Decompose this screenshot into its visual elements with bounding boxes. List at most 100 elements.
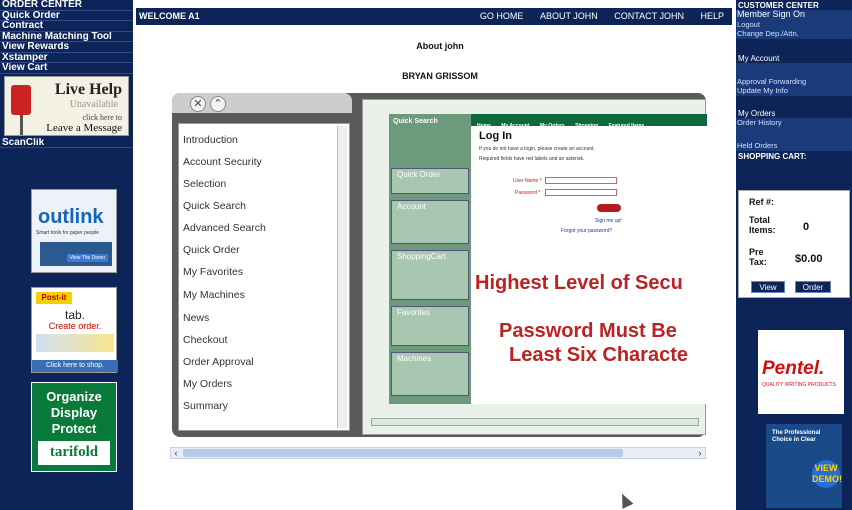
outlink-demo-button[interactable]: View The Demo bbox=[66, 254, 108, 262]
shot-panel-cart-title: ShoppingCart bbox=[397, 252, 446, 261]
tarifold-line2: Display bbox=[50, 405, 98, 420]
mouse-cursor-icon bbox=[616, 491, 634, 509]
cart-order-button[interactable]: Order bbox=[795, 281, 831, 293]
shopping-cart-box: Ref #: Total Items: 0 Pre Tax: $0.00 Vie… bbox=[738, 190, 850, 298]
link-change-dep[interactable]: Change Dep./Attn. bbox=[736, 29, 852, 39]
shot-panel-account-title: Account bbox=[397, 202, 426, 211]
outlink-demo-image: View The Demo bbox=[40, 242, 112, 266]
nav-contract[interactable]: Contract bbox=[0, 21, 133, 32]
pentel-tagline: QUALITY WRITING PRODUCTS bbox=[762, 382, 836, 388]
link-help[interactable]: HELP bbox=[700, 11, 724, 21]
viewer-toolbar: ✕ ⌃ bbox=[172, 93, 352, 113]
nav-order-center[interactable]: ORDER CENTER bbox=[0, 0, 133, 11]
shot-login-button bbox=[597, 204, 621, 212]
chevron-up-icon[interactable]: ⌃ bbox=[210, 96, 226, 112]
nav-view-cart[interactable]: View Cart bbox=[0, 63, 133, 74]
link-approval-forwarding[interactable]: Approval Forwarding bbox=[736, 77, 852, 87]
shot-login-note: If you do not have a login, please creat… bbox=[479, 146, 595, 152]
cart-total-label: Total Items: bbox=[749, 215, 776, 235]
shot-nav-account: My Account bbox=[501, 123, 530, 129]
toc-scrollbar[interactable] bbox=[337, 126, 347, 428]
toc-checkout[interactable]: Checkout bbox=[183, 334, 227, 346]
close-icon[interactable]: ✕ bbox=[190, 96, 206, 112]
tarifold-line1: Organize bbox=[46, 389, 102, 404]
shot-nav-shopping: Shopping bbox=[575, 123, 599, 129]
welcome-text: WELCOME A1 bbox=[139, 11, 200, 21]
postit-shop-link[interactable]: Click here to shop. bbox=[32, 360, 118, 372]
outlink-ad[interactable]: outlink Smart tools for paper people Vie… bbox=[31, 189, 117, 273]
cart-pretax-label: Pre Tax: bbox=[749, 247, 767, 267]
toc-selection[interactable]: Selection bbox=[183, 178, 226, 190]
outlink-logo: outlink bbox=[38, 206, 104, 228]
pentel-view-demo[interactable]: VIEW DEMO! bbox=[812, 460, 842, 488]
postit-flags-image bbox=[36, 334, 114, 352]
shot-nav-home: Home bbox=[477, 123, 491, 129]
top-links: GO HOME ABOUT JOHN CONTACT JOHN HELP bbox=[466, 11, 724, 21]
nav-view-rewards[interactable]: View Rewards bbox=[0, 42, 133, 53]
toc-my-orders[interactable]: My Orders bbox=[183, 378, 232, 390]
mailbox-icon bbox=[11, 84, 31, 115]
shot-nav-featured: Featured Items bbox=[608, 123, 645, 129]
pentel-demo-text: The Professional Choice in Clear bbox=[772, 430, 821, 443]
nav-machine-matching-tool[interactable]: Machine Matching Tool bbox=[0, 32, 133, 42]
flash-viewer: ✕ ⌃ Introduction Account Security Select… bbox=[172, 93, 707, 437]
table-of-contents: Introduction Account Security Selection … bbox=[178, 123, 350, 431]
shopping-cart-heading: SHOPPING CART: bbox=[738, 151, 807, 161]
page-subtitle: BRYAN GRISSOM bbox=[402, 71, 478, 81]
tarifold-ad[interactable]: Organize Display Protect tarifold bbox=[31, 382, 117, 472]
link-update-info[interactable]: Update My Info bbox=[736, 86, 852, 96]
toc-introduction[interactable]: Introduction bbox=[183, 134, 238, 146]
cart-view-button[interactable]: View bbox=[751, 281, 785, 293]
pentel-demo-ad[interactable]: The Professional Choice in Clear VIEW DE… bbox=[766, 424, 842, 508]
shot-login-title: Log In bbox=[479, 130, 512, 142]
toc-my-favorites[interactable]: My Favorites bbox=[183, 266, 243, 278]
postit-logo: Post-it bbox=[36, 292, 72, 304]
cart-pretax-value: $0.00 bbox=[795, 253, 823, 265]
outlink-tagline: Smart tools for paper people bbox=[36, 230, 100, 236]
live-help-banner[interactable]: Live Help Unavailable click here to Leav… bbox=[4, 75, 129, 136]
link-logout[interactable]: Logout bbox=[736, 20, 852, 30]
shot-big-line1: Highest Level of Secu bbox=[475, 272, 683, 294]
shot-big-line2: Password Must Be bbox=[499, 320, 677, 342]
postit-tab: tab. bbox=[64, 308, 85, 322]
toc-summary[interactable]: Summary bbox=[183, 400, 228, 412]
toc-order-approval[interactable]: Order Approval bbox=[183, 356, 254, 368]
toc-quick-search[interactable]: Quick Search bbox=[183, 200, 246, 212]
shot-user-label: User Name * bbox=[513, 178, 542, 184]
pentel-ad[interactable]: Pentel. QUALITY WRITING PRODUCTS bbox=[758, 330, 844, 414]
nav-quick-order[interactable]: Quick Order bbox=[0, 11, 133, 21]
link-go-home[interactable]: GO HOME bbox=[480, 11, 524, 21]
scrollbar-thumb[interactable] bbox=[183, 449, 623, 457]
shot-quick-search: Quick Search bbox=[393, 118, 438, 125]
toc-account-security[interactable]: Account Security bbox=[183, 156, 262, 168]
my-account-links: Approval Forwarding Update My Info bbox=[736, 62, 852, 96]
shot-nav: Home My Account My Orders Shopping Featu… bbox=[471, 114, 707, 129]
toc-my-machines[interactable]: My Machines bbox=[183, 289, 245, 301]
shot-password-field bbox=[545, 189, 617, 196]
pentel-logo: Pentel. bbox=[762, 358, 825, 379]
horizontal-scrollbar[interactable]: ‹ › bbox=[170, 447, 706, 459]
link-about-john[interactable]: ABOUT JOHN bbox=[540, 11, 598, 21]
shot-nav-orders: My Orders bbox=[539, 123, 565, 129]
toc-news[interactable]: News bbox=[183, 312, 209, 324]
shot-big-line3: Least Six Characte bbox=[509, 344, 688, 366]
link-contact-john[interactable]: CONTACT JOHN bbox=[614, 11, 684, 21]
link-held-orders[interactable]: Held Orders bbox=[736, 141, 852, 151]
nav-scanclik[interactable]: ScanClik bbox=[0, 138, 133, 148]
my-orders-heading: My Orders bbox=[738, 108, 776, 118]
scroll-right-icon[interactable]: › bbox=[695, 448, 705, 458]
nav-xstamper[interactable]: Xstamper bbox=[0, 53, 133, 63]
my-account-heading: My Account bbox=[738, 53, 780, 63]
toc-quick-order[interactable]: Quick Order bbox=[183, 244, 240, 256]
shot-password-label: Password * bbox=[515, 190, 541, 196]
scroll-left-icon[interactable]: ‹ bbox=[171, 448, 181, 458]
shot-required-note: Required fields have red labels and an a… bbox=[479, 156, 585, 162]
shot-sign-up: Sign me up! bbox=[595, 218, 622, 224]
shot-bottom-bar bbox=[371, 418, 699, 426]
page-title: About john bbox=[416, 41, 464, 51]
postit-create-order: Create order. bbox=[48, 321, 102, 331]
toc-advanced-search[interactable]: Advanced Search bbox=[183, 222, 266, 234]
postit-ad[interactable]: Post-it tab. Create order. Click here to… bbox=[31, 287, 118, 373]
link-order-history[interactable]: Order History bbox=[736, 118, 852, 128]
link-member-sign-on[interactable]: Member Sign On bbox=[736, 9, 852, 20]
